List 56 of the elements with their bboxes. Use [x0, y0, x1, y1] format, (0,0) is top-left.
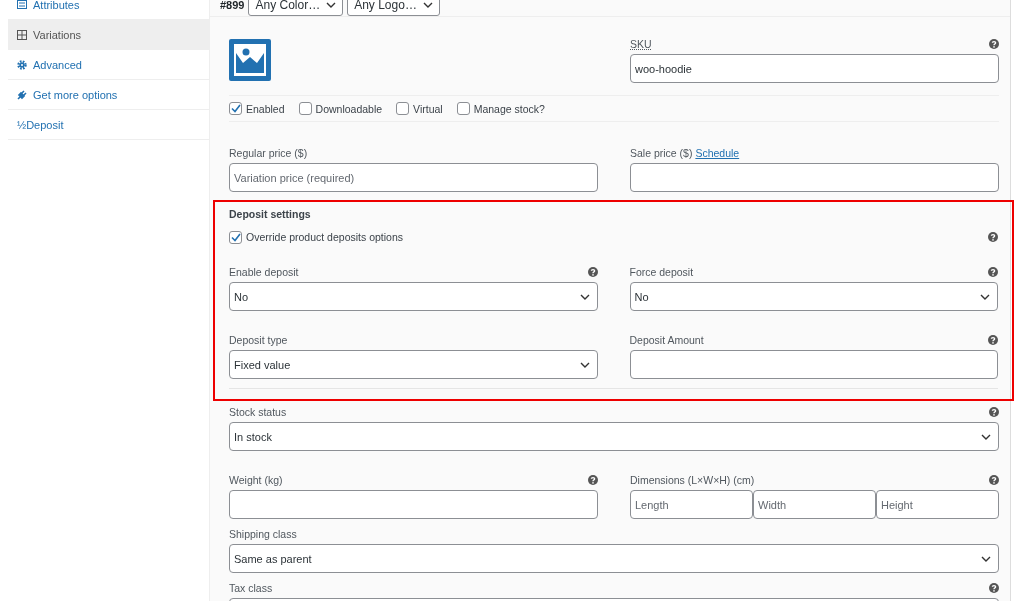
- chevron-down-icon: [981, 555, 991, 562]
- input-field[interactable]: [629, 350, 998, 379]
- checkbox-option[interactable]: Override product deposits options: [229, 230, 403, 244]
- section-title: Deposit settings: [229, 208, 312, 220]
- checkbox-option[interactable]: Downloadable: [298, 102, 383, 115]
- input-field[interactable]: Variation price (required): [229, 163, 598, 192]
- checkmark-icon: [230, 232, 241, 242]
- field-label: Weight (kg): [229, 474, 283, 486]
- checkbox[interactable]: [396, 102, 410, 115]
- select-field[interactable]: In stock: [229, 422, 999, 451]
- sidebar-item[interactable]: Variations: [8, 20, 209, 50]
- select-field[interactable]: No: [229, 282, 598, 311]
- input-field[interactable]: Height: [876, 490, 999, 519]
- select-field[interactable]: No: [629, 282, 998, 311]
- grid-icon: [17, 29, 27, 40]
- field-label: SKU: [630, 38, 652, 50]
- attribute-select[interactable]: Any Color…: [248, 0, 344, 16]
- field-label: Tax class: [229, 582, 273, 594]
- chevron-down-icon: [326, 2, 337, 8]
- gear-icon: [17, 59, 27, 70]
- chevron-down-icon: [579, 293, 590, 300]
- field-label: Stock status: [229, 406, 287, 418]
- field-label: Dimensions (L×W×H) (cm): [630, 474, 755, 486]
- checkbox-option[interactable]: Manage stock?: [456, 102, 545, 115]
- field-label: Regular price ($): [229, 147, 308, 159]
- checkbox[interactable]: [298, 102, 312, 115]
- select-field[interactable]: Same as parent: [229, 544, 999, 573]
- checkmark-icon: [230, 104, 241, 113]
- input-field[interactable]: woo-hoodie: [630, 54, 999, 83]
- list-icon: [17, 0, 27, 9]
- chevron-down-icon: [980, 293, 990, 300]
- checkbox[interactable]: [456, 102, 470, 115]
- image-placeholder-icon[interactable]: [229, 39, 271, 81]
- field-label: Shipping class: [229, 528, 297, 540]
- plug-icon: [17, 89, 27, 100]
- chevron-down-icon: [422, 2, 433, 8]
- input-field[interactable]: [229, 490, 598, 519]
- schedule-link[interactable]: Schedule: [695, 147, 740, 159]
- checkbox-option[interactable]: Virtual: [396, 102, 443, 115]
- select-field[interactable]: Fixed value: [229, 350, 598, 379]
- input-field[interactable]: Width: [753, 490, 876, 519]
- sidebar-item[interactable]: Attributes: [8, 0, 209, 20]
- input-field[interactable]: [630, 163, 999, 192]
- field-label: Enable deposit: [229, 266, 299, 278]
- variation-number: #899: [220, 0, 245, 11]
- checkbox[interactable]: [229, 102, 242, 115]
- checkbox[interactable]: [229, 230, 242, 244]
- attribute-select[interactable]: Any Logo…: [347, 0, 440, 16]
- field-label: Force deposit: [629, 266, 694, 278]
- chevron-down-icon: [579, 361, 590, 368]
- chevron-down-icon: [981, 433, 991, 440]
- field-label: Deposit Amount: [629, 334, 704, 346]
- field-label: Deposit type: [229, 334, 288, 346]
- checkbox-option[interactable]: Enabled: [229, 102, 285, 115]
- input-field[interactable]: Length: [630, 490, 753, 519]
- field-label: Sale price ($) Schedule: [630, 147, 740, 159]
